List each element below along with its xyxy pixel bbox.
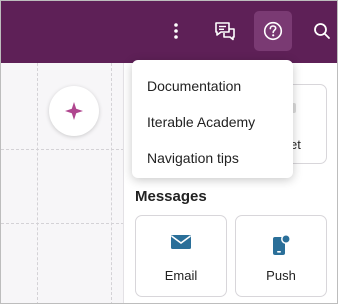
email-tile[interactable]: Email <box>135 215 227 297</box>
panel-divider <box>123 63 124 303</box>
sparkle-icon <box>65 102 83 120</box>
push-tile-label: Push <box>266 268 296 283</box>
more-options-button[interactable] <box>157 11 195 51</box>
menu-item-documentation[interactable]: Documentation <box>132 68 293 104</box>
email-tile-label: Email <box>164 268 198 283</box>
app-frame: et Messages Email Push Documentation Ite… <box>0 0 338 304</box>
more-vertical-icon <box>174 23 178 39</box>
push-tile[interactable]: Push <box>235 215 327 297</box>
menu-item-iterable-academy[interactable]: Iterable Academy <box>132 104 293 140</box>
push-notification-icon <box>273 234 291 255</box>
search-icon <box>314 23 330 39</box>
chat-feedback-icon <box>215 22 235 41</box>
email-icon <box>171 235 191 249</box>
menu-item-navigation-tips[interactable]: Navigation tips <box>132 140 293 176</box>
top-navigation-bar <box>1 1 337 63</box>
canvas-grid-line <box>1 149 124 150</box>
canvas-grid-line <box>1 223 124 224</box>
help-dropdown-menu: Documentation Iterable Academy Navigatio… <box>132 60 293 178</box>
messages-section-title: Messages <box>135 188 207 205</box>
canvas-grid-line <box>37 63 38 303</box>
help-button[interactable] <box>254 11 292 51</box>
add-tile-button[interactable] <box>49 86 99 136</box>
canvas-grid-line <box>111 63 112 303</box>
feedback-button[interactable] <box>206 11 244 51</box>
help-circle-icon <box>263 21 283 41</box>
search-button[interactable] <box>303 11 337 51</box>
